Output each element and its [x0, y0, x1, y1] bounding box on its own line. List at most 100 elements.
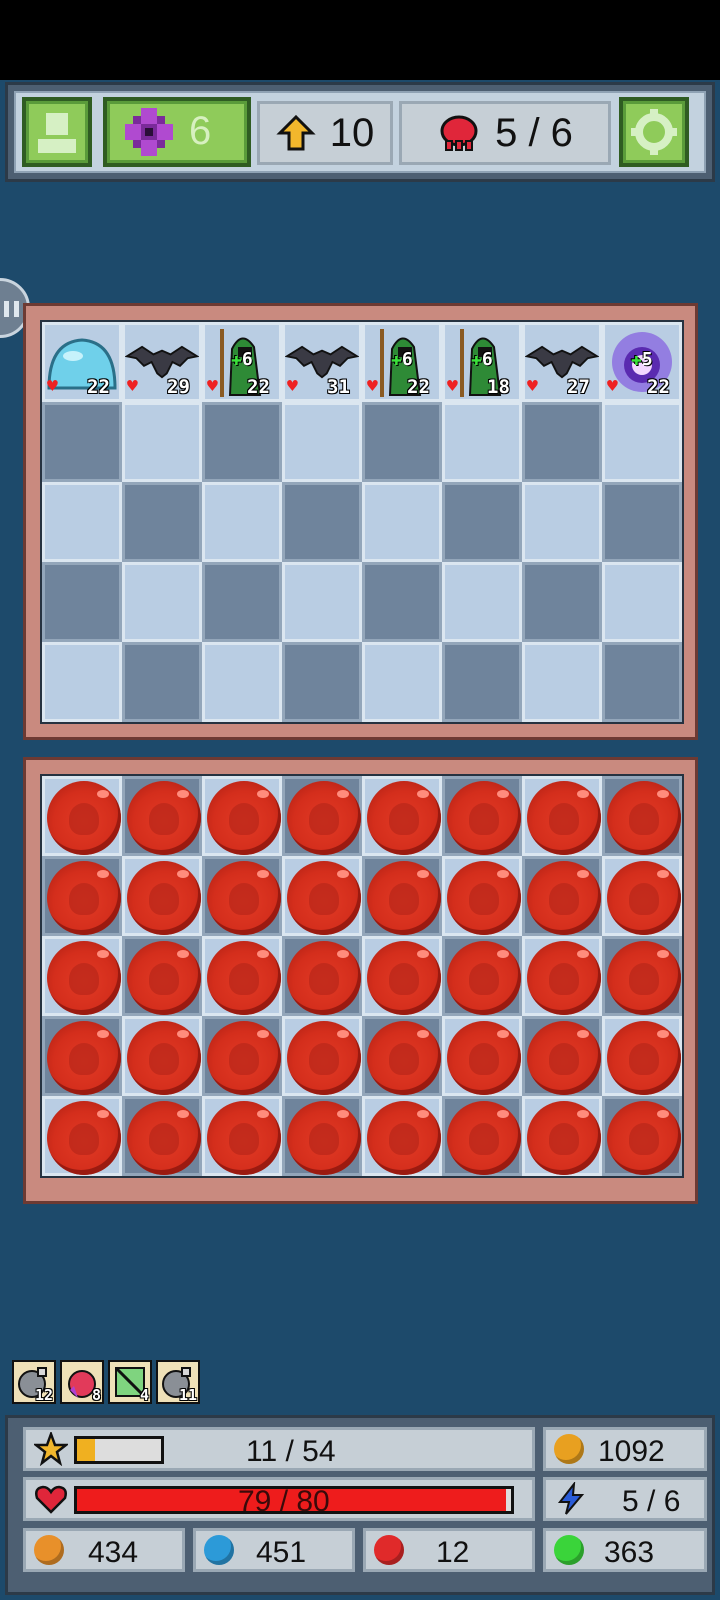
fire-orb-icon[interactable] [127, 861, 201, 935]
fire-orb-icon[interactable] [207, 1101, 281, 1175]
fire-orb-icon[interactable] [47, 941, 121, 1015]
enemy-cell [522, 642, 602, 722]
orb-cell[interactable] [362, 856, 442, 936]
orb-cell[interactable] [442, 856, 522, 936]
orb-cell[interactable] [602, 856, 682, 936]
orb-cell[interactable] [362, 936, 442, 1016]
orb-cell[interactable] [122, 936, 202, 1016]
inventory-item[interactable]: 12 [12, 1360, 56, 1404]
orb-cell[interactable] [602, 936, 682, 1016]
xp-value: 11 / 54 [246, 1435, 336, 1468]
orb-cell[interactable] [282, 936, 362, 1016]
enemy-cell [602, 482, 682, 562]
orb-cell[interactable] [442, 776, 522, 856]
fire-orb-icon[interactable] [527, 1101, 601, 1175]
orb-cell[interactable] [522, 936, 602, 1016]
orb-cell[interactable] [362, 1016, 442, 1096]
orb-cell[interactable] [602, 1016, 682, 1096]
fire-orb-icon[interactable] [367, 941, 441, 1015]
fire-orb-icon[interactable] [447, 861, 521, 935]
enemy-slot[interactable]: ♥ 29 [122, 322, 202, 402]
fire-orb-icon[interactable] [527, 941, 601, 1015]
orb-cell[interactable] [442, 1096, 522, 1176]
fire-orb-icon[interactable] [127, 1021, 201, 1095]
orb-cell[interactable] [522, 776, 602, 856]
fire-orb-icon[interactable] [47, 781, 121, 855]
fire-orb-icon[interactable] [207, 781, 281, 855]
orb-cell[interactable] [602, 1096, 682, 1176]
fire-orb-icon[interactable] [607, 781, 681, 855]
fire-orb-icon[interactable] [127, 941, 201, 1015]
inventory-count: 11 [178, 1386, 197, 1404]
fire-orb-icon[interactable] [287, 861, 361, 935]
enemy-slot[interactable]: ♥ 22 [42, 322, 122, 402]
orb-cell[interactable] [202, 1096, 282, 1176]
orb-cell[interactable] [282, 1096, 362, 1176]
fire-orb-icon[interactable] [207, 861, 281, 935]
gems-button[interactable]: 6 [103, 97, 251, 167]
orb-cell[interactable] [202, 936, 282, 1016]
orb-cell[interactable] [122, 856, 202, 936]
orb-cell[interactable] [42, 1096, 122, 1176]
enemy-slot[interactable]: ✚6 ♥ 22 [202, 322, 282, 402]
fire-orb-icon[interactable] [527, 781, 601, 855]
fire-orb-icon[interactable] [367, 1021, 441, 1095]
fire-orb-icon[interactable] [287, 1101, 361, 1175]
inventory-item[interactable]: 4 [108, 1360, 152, 1404]
fire-orb-icon[interactable] [367, 781, 441, 855]
orb-cell[interactable] [522, 1096, 602, 1176]
fire-orb-icon[interactable] [447, 1101, 521, 1175]
fire-orb-icon[interactable] [447, 941, 521, 1015]
profile-button[interactable] [22, 97, 92, 167]
fire-orb-icon[interactable] [607, 1101, 681, 1175]
fire-orb-icon[interactable] [207, 941, 281, 1015]
orb-cell[interactable] [522, 1016, 602, 1096]
orb-cell[interactable] [442, 936, 522, 1016]
orb-cell[interactable] [522, 856, 602, 936]
orb-cell[interactable] [602, 776, 682, 856]
orb-cell[interactable] [282, 776, 362, 856]
orb-cell[interactable] [202, 1016, 282, 1096]
orb-cell[interactable] [42, 776, 122, 856]
inventory-item[interactable]: 8 [60, 1360, 104, 1404]
fire-orb-icon[interactable] [127, 781, 201, 855]
orb-cell[interactable] [282, 1016, 362, 1096]
orb-cell[interactable] [282, 856, 362, 936]
orb-cell[interactable] [42, 856, 122, 936]
orb-cell[interactable] [442, 1016, 522, 1096]
enemy-slot[interactable]: ♥ 31 [282, 322, 362, 402]
fire-orb-icon[interactable] [607, 1021, 681, 1095]
orb-cell[interactable] [202, 856, 282, 936]
enemy-slot[interactable]: ✚5 ♥ 22 [602, 322, 682, 402]
fire-orb-icon[interactable] [607, 861, 681, 935]
fire-orb-icon[interactable] [607, 941, 681, 1015]
enemy-slot[interactable]: ♥ 27 [522, 322, 602, 402]
fire-orb-icon[interactable] [47, 861, 121, 935]
fire-orb-icon[interactable] [127, 1101, 201, 1175]
orb-cell[interactable] [362, 1096, 442, 1176]
fire-orb-icon[interactable] [47, 1021, 121, 1095]
hp-value: 79 / 80 [238, 1485, 330, 1518]
orb-cell[interactable] [42, 1016, 122, 1096]
fire-orb-icon[interactable] [367, 861, 441, 935]
fire-orb-icon[interactable] [447, 781, 521, 855]
orb-cell[interactable] [122, 1016, 202, 1096]
fire-orb-icon[interactable] [287, 1021, 361, 1095]
fire-orb-icon[interactable] [527, 861, 601, 935]
orb-cell[interactable] [42, 936, 122, 1016]
fire-orb-icon[interactable] [527, 1021, 601, 1095]
fire-orb-icon[interactable] [207, 1021, 281, 1095]
settings-button[interactable] [619, 97, 689, 167]
fire-orb-icon[interactable] [367, 1101, 441, 1175]
enemy-slot[interactable]: ✚6 ♥ 18 [442, 322, 522, 402]
enemy-slot[interactable]: ✚6 ♥ 22 [362, 322, 442, 402]
orb-cell[interactable] [122, 776, 202, 856]
fire-orb-icon[interactable] [287, 941, 361, 1015]
inventory-item[interactable]: 11 [156, 1360, 200, 1404]
orb-cell[interactable] [202, 776, 282, 856]
fire-orb-icon[interactable] [47, 1101, 121, 1175]
fire-orb-icon[interactable] [447, 1021, 521, 1095]
orb-cell[interactable] [362, 776, 442, 856]
orb-cell[interactable] [122, 1096, 202, 1176]
fire-orb-icon[interactable] [287, 781, 361, 855]
